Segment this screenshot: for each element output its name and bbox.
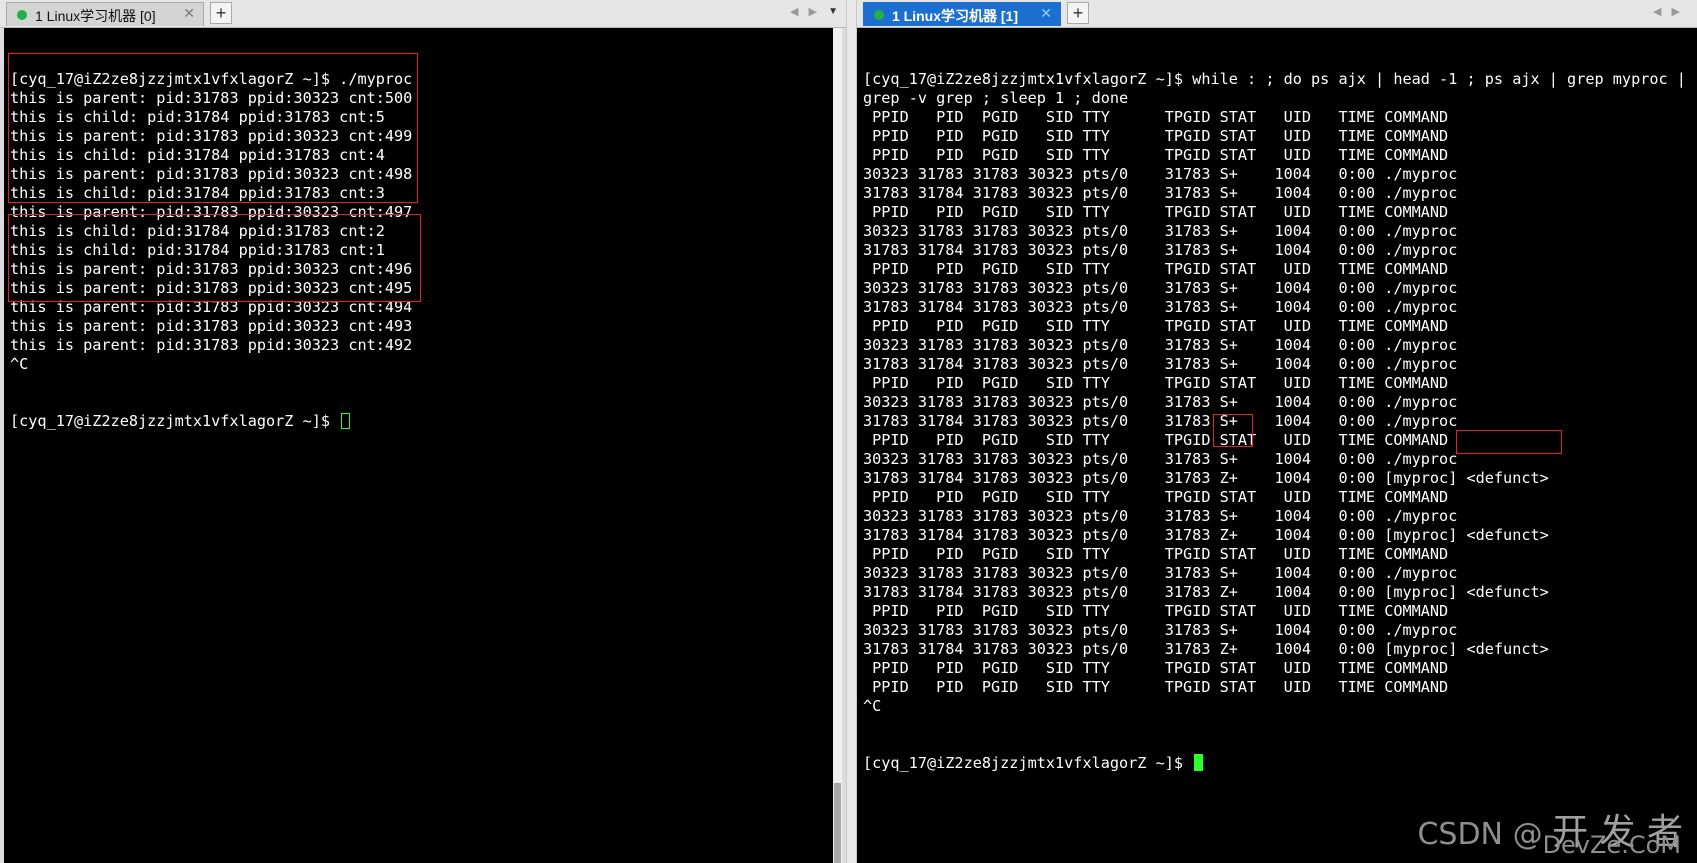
terminal-cursor bbox=[1194, 754, 1204, 771]
terminal-line: PPID PID PGID SID TTY TPGID STAT UID TIM… bbox=[863, 146, 1449, 164]
left-prompt-line: [cyq_17@iZ2ze8jzzjmtx1vfxlagorZ ~]$ bbox=[10, 412, 833, 431]
plus-icon: + bbox=[215, 3, 227, 23]
chevron-down-icon[interactable]: ▼ bbox=[828, 6, 838, 17]
terminal-line: 31783 31784 31783 30323 pts/0 31783 Z+ 1… bbox=[863, 583, 1549, 601]
terminal-line: 31783 31784 31783 30323 pts/0 31783 Z+ 1… bbox=[863, 469, 1549, 487]
terminal-line: 31783 31784 31783 30323 pts/0 31783 S+ 1… bbox=[863, 412, 1458, 430]
arrow-right-icon[interactable]: ▶ bbox=[1671, 6, 1689, 18]
connection-status-icon bbox=[17, 10, 27, 20]
shell-prompt: [cyq_17@iZ2ze8jzzjmtx1vfxlagorZ ~]$ bbox=[863, 754, 1193, 772]
watermark-brand: CSDN bbox=[1417, 817, 1504, 852]
terminal-line: 30323 31783 31783 30323 pts/0 31783 S+ 1… bbox=[863, 279, 1458, 297]
terminal-line: this is parent: pid:31783 ppid:30323 cnt… bbox=[10, 317, 413, 335]
terminal-line: 30323 31783 31783 30323 pts/0 31783 S+ 1… bbox=[863, 507, 1458, 525]
tab-scroll-arrows[interactable]: ◀▶ bbox=[790, 5, 827, 18]
terminal-line: 31783 31784 31783 30323 pts/0 31783 S+ 1… bbox=[863, 298, 1458, 316]
terminal-line: 30323 31783 31783 30323 pts/0 31783 S+ 1… bbox=[863, 621, 1458, 639]
terminal-line: 31783 31784 31783 30323 pts/0 31783 S+ 1… bbox=[863, 241, 1458, 259]
terminal-line: 31783 31784 31783 30323 pts/0 31783 S+ 1… bbox=[863, 355, 1458, 373]
terminal-line: 30323 31783 31783 30323 pts/0 31783 S+ 1… bbox=[863, 564, 1458, 582]
tab-linux-machine-0[interactable]: 1 Linux学习机器 [0] ✕ bbox=[6, 2, 204, 26]
tab-label: 1 Linux学习机器 [0] bbox=[35, 8, 156, 24]
shell-prompt: [cyq_17@iZ2ze8jzzjmtx1vfxlagorZ ~]$ bbox=[10, 412, 340, 430]
terminal-line: 30323 31783 31783 30323 pts/0 31783 S+ 1… bbox=[863, 450, 1458, 468]
left-scrollbar-thumb[interactable] bbox=[834, 783, 841, 863]
highlight-box-defunct bbox=[1456, 430, 1562, 454]
close-icon[interactable]: ✕ bbox=[183, 5, 195, 22]
arrow-left-icon[interactable]: ◀ bbox=[790, 6, 808, 18]
left-scrollbar[interactable] bbox=[833, 28, 842, 863]
arrow-left-icon[interactable]: ◀ bbox=[1653, 6, 1671, 18]
close-icon[interactable]: ✕ bbox=[1040, 5, 1052, 22]
tab-scroll-arrows[interactable]: ◀▶ bbox=[1653, 5, 1690, 18]
terminal-line: PPID PID PGID SID TTY TPGID STAT UID TIM… bbox=[863, 203, 1449, 221]
highlight-box-zombie-state bbox=[1213, 414, 1253, 447]
terminal-line: ^C bbox=[863, 697, 882, 715]
left-tab-bar: 1 Linux学习机器 [0] ✕ + ◀▶ ▼ bbox=[0, 0, 846, 28]
terminal-line: 30323 31783 31783 30323 pts/0 31783 S+ 1… bbox=[863, 393, 1458, 411]
right-terminal-output[interactable]: [cyq_17@iZ2ze8jzzjmtx1vfxlagorZ ~]$ whil… bbox=[857, 28, 1697, 863]
right-prompt-line: [cyq_17@iZ2ze8jzzjmtx1vfxlagorZ ~]$ bbox=[863, 754, 1697, 773]
terminal-line: PPID PID PGID SID TTY TPGID STAT UID TIM… bbox=[863, 317, 1449, 335]
terminal-line: PPID PID PGID SID TTY TPGID STAT UID TIM… bbox=[863, 545, 1449, 563]
terminal-line: PPID PID PGID SID TTY TPGID STAT UID TIM… bbox=[863, 659, 1449, 677]
tab-linux-machine-1[interactable]: 1 Linux学习机器 [1] ✕ bbox=[863, 2, 1061, 26]
terminal-line: ^C bbox=[10, 355, 29, 373]
watermark-site-en: DevZe.CoM bbox=[1542, 831, 1681, 859]
tab-label: 1 Linux学习机器 [1] bbox=[892, 8, 1019, 24]
right-terminal-pane: 1 Linux学习机器 [1] ✕ + ◀▶ [cyq_17@iZ2ze8jzz… bbox=[857, 0, 1697, 863]
terminal-line: PPID PID PGID SID TTY TPGID STAT UID TIM… bbox=[863, 488, 1449, 506]
new-tab-button[interactable]: + bbox=[1067, 2, 1089, 24]
left-terminal-pane: 1 Linux学习机器 [0] ✕ + ◀▶ ▼ [cyq_17@iZ2ze8j… bbox=[0, 0, 846, 863]
terminal-line: PPID PID PGID SID TTY TPGID STAT UID TIM… bbox=[863, 260, 1449, 278]
terminal-line: 31783 31784 31783 30323 pts/0 31783 Z+ 1… bbox=[863, 640, 1549, 658]
terminal-line: [cyq_17@iZ2ze8jzzjmtx1vfxlagorZ ~]$ whil… bbox=[863, 70, 1686, 88]
watermark: CSDN @ 开 发 者 DevZe.CoM bbox=[1417, 803, 1683, 859]
highlight-box-interleaved-output bbox=[8, 53, 418, 203]
terminal-line: 31783 31784 31783 30323 pts/0 31783 S+ 1… bbox=[863, 184, 1458, 202]
terminal-line: grep -v grep ; sleep 1 ; done bbox=[863, 89, 1129, 107]
terminal-line: PPID PID PGID SID TTY TPGID STAT UID TIM… bbox=[863, 602, 1449, 620]
terminal-line: PPID PID PGID SID TTY TPGID STAT UID TIM… bbox=[863, 374, 1449, 392]
new-tab-button[interactable]: + bbox=[210, 2, 232, 24]
plus-icon: + bbox=[1072, 3, 1084, 23]
terminal-line: PPID PID PGID SID TTY TPGID STAT UID TIM… bbox=[863, 678, 1449, 696]
right-tab-bar: 1 Linux学习机器 [1] ✕ + ◀▶ bbox=[857, 0, 1697, 28]
highlight-box-parent-only-output bbox=[8, 214, 421, 302]
terminal-line: 30323 31783 31783 30323 pts/0 31783 S+ 1… bbox=[863, 336, 1458, 354]
arrow-right-icon[interactable]: ▶ bbox=[808, 6, 826, 18]
watermark-at: @ bbox=[1512, 817, 1543, 852]
terminal-line: PPID PID PGID SID TTY TPGID STAT UID TIM… bbox=[863, 431, 1449, 449]
terminal-line: 30323 31783 31783 30323 pts/0 31783 S+ 1… bbox=[863, 165, 1458, 183]
connection-status-icon bbox=[874, 10, 884, 20]
terminal-line: this is parent: pid:31783 ppid:30323 cnt… bbox=[10, 336, 413, 354]
terminal-line: PPID PID PGID SID TTY TPGID STAT UID TIM… bbox=[863, 127, 1449, 145]
pane-divider[interactable] bbox=[846, 0, 857, 863]
right-output-lines: [cyq_17@iZ2ze8jzzjmtx1vfxlagorZ ~]$ whil… bbox=[863, 70, 1697, 716]
terminal-line: 30323 31783 31783 30323 pts/0 31783 S+ 1… bbox=[863, 222, 1458, 240]
terminal-line: PPID PID PGID SID TTY TPGID STAT UID TIM… bbox=[863, 108, 1449, 126]
terminal-cursor bbox=[341, 413, 351, 429]
terminal-line: 31783 31784 31783 30323 pts/0 31783 Z+ 1… bbox=[863, 526, 1549, 544]
